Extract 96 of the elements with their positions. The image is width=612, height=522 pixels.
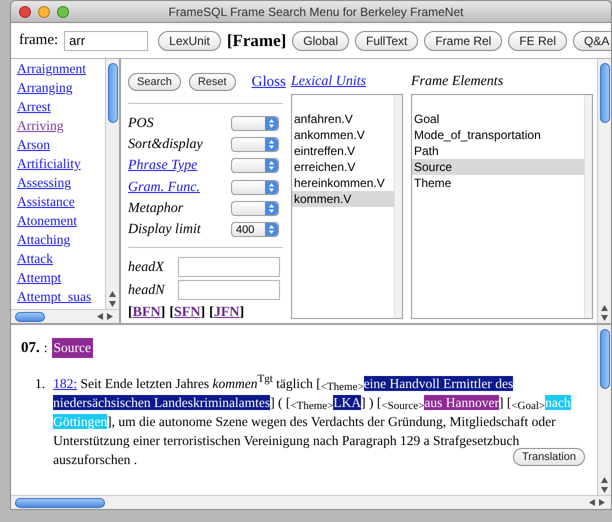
zoom-icon[interactable] bbox=[57, 6, 69, 18]
nav-button[interactable]: FullText bbox=[354, 30, 418, 50]
frame-link[interactable]: Assessing bbox=[17, 175, 72, 190]
list-option[interactable]: Path bbox=[412, 143, 584, 159]
scroll-thumb[interactable] bbox=[108, 63, 118, 123]
result-number: 07. bbox=[21, 339, 40, 358]
frame-label: frame: bbox=[19, 31, 58, 50]
frame-link[interactable]: Attempt_suas bbox=[17, 289, 92, 304]
frame-link[interactable]: Attack bbox=[17, 251, 53, 266]
scroll-thumb[interactable] bbox=[15, 312, 45, 322]
stepper-icon bbox=[265, 180, 278, 194]
stepper-icon bbox=[265, 159, 278, 172]
frame-link[interactable]: Assistance bbox=[17, 194, 75, 209]
site-link[interactable]: [SFN] bbox=[169, 302, 206, 323]
horizontal-scrollbar[interactable] bbox=[11, 495, 611, 509]
frame-input[interactable]: arr bbox=[64, 30, 148, 50]
scroll-left-arrow-icon[interactable] bbox=[589, 499, 595, 506]
frame-link[interactable]: Arranging bbox=[17, 80, 72, 95]
vertical-scrollbar[interactable] bbox=[597, 59, 611, 323]
field-label: headX bbox=[128, 258, 166, 277]
frame-link[interactable]: Arriving bbox=[17, 118, 64, 133]
scroll-down-arrow-icon[interactable] bbox=[109, 301, 116, 307]
frame-link[interactable]: Arson bbox=[17, 137, 50, 152]
list-option[interactable]: anfahren.V bbox=[292, 111, 394, 127]
frame-link[interactable]: Arraignment bbox=[17, 61, 86, 76]
frame-elements-heading: Frame Elements bbox=[411, 73, 504, 91]
scroll-down-arrow-icon[interactable] bbox=[601, 487, 608, 493]
option-select[interactable] bbox=[231, 158, 279, 174]
stepper-icon bbox=[265, 116, 278, 130]
option-link[interactable]: Gram. Func. bbox=[128, 176, 200, 198]
option-select[interactable]: 400 bbox=[231, 222, 279, 238]
gloss-link[interactable]: Gloss bbox=[252, 71, 286, 94]
lexical-units-link[interactable]: Lexical Units bbox=[291, 71, 403, 92]
text-input[interactable] bbox=[178, 257, 280, 278]
nav-button[interactable]: LexUnit bbox=[158, 30, 221, 50]
minimize-icon[interactable] bbox=[38, 6, 50, 18]
option-label: Metaphor bbox=[128, 200, 184, 218]
frame-link[interactable]: Attaching bbox=[17, 232, 70, 247]
form-button[interactable]: Reset bbox=[188, 73, 236, 92]
scroll-right-arrow-icon[interactable] bbox=[599, 499, 605, 506]
option-label: POS bbox=[128, 114, 154, 133]
nav-button[interactable]: FE Rel bbox=[508, 30, 568, 50]
option-link[interactable]: Phrase Type bbox=[128, 155, 198, 176]
vertical-scrollbar[interactable] bbox=[105, 59, 119, 309]
list-option[interactable]: Mode_of_transportation bbox=[412, 127, 584, 143]
list-option[interactable]: hereinkommen.V bbox=[292, 175, 394, 191]
sentence-link[interactable]: 182: bbox=[53, 376, 78, 390]
horizontal-scrollbar[interactable] bbox=[11, 309, 119, 323]
close-icon[interactable] bbox=[19, 6, 31, 18]
translation-button[interactable]: Translation bbox=[512, 448, 585, 466]
list-option[interactable]: Goal bbox=[412, 111, 584, 127]
frame-elements-list[interactable]: Goal Mode_of_transportation Path Source Theme bbox=[411, 94, 593, 319]
lexical-units-list[interactable]: anfahren.V ankommen.V eintreffen.V erreichen.V hereinkommen.V kommen.V bbox=[291, 94, 403, 319]
frame-link[interactable]: Attempt bbox=[17, 270, 62, 285]
vertical-scrollbar[interactable] bbox=[597, 325, 611, 495]
nav-button[interactable]: Q&A bbox=[573, 30, 611, 50]
text-input[interactable] bbox=[178, 280, 280, 300]
list-option[interactable]: eintreffen.V bbox=[292, 143, 394, 159]
scroll-up-arrow-icon[interactable] bbox=[109, 291, 116, 297]
list-option[interactable]: erreichen.V bbox=[292, 159, 394, 175]
list-option[interactable]: kommen.V bbox=[292, 191, 394, 207]
stepper-icon bbox=[265, 202, 278, 215]
list-option[interactable]: ankommen.V bbox=[292, 127, 394, 143]
list-option[interactable]: Theme bbox=[412, 175, 584, 191]
stepper-icon bbox=[265, 138, 278, 151]
separator: : bbox=[44, 339, 48, 358]
frame-link[interactable]: Atonement bbox=[17, 213, 77, 228]
list-number: 1. bbox=[35, 374, 46, 392]
option-label: Sort&display bbox=[128, 136, 203, 154]
select-value: 400 bbox=[236, 224, 254, 236]
option-select[interactable] bbox=[231, 116, 279, 131]
list-option[interactable]: Source bbox=[412, 159, 584, 175]
frame-link[interactable]: Artificiality bbox=[17, 156, 81, 171]
window-title: FrameSQL Frame Search Menu for Berkeley FrameNet bbox=[168, 4, 464, 20]
scroll-thumb[interactable] bbox=[600, 63, 610, 123]
option-label: Display limit bbox=[128, 221, 201, 240]
current-page-label: [Frame] bbox=[226, 30, 286, 52]
site-link[interactable]: [BFN] bbox=[128, 302, 166, 323]
fe-tag: Source bbox=[52, 338, 94, 358]
scroll-thumb[interactable] bbox=[600, 329, 610, 389]
scroll-right-arrow-icon[interactable] bbox=[107, 313, 113, 320]
scroll-up-arrow-icon[interactable] bbox=[601, 477, 608, 483]
option-select[interactable] bbox=[231, 180, 279, 195]
site-link[interactable]: [JFN] bbox=[209, 302, 244, 323]
option-select[interactable] bbox=[231, 200, 279, 216]
nav-button[interactable]: Frame Rel bbox=[424, 30, 502, 50]
field-label: headN bbox=[128, 282, 166, 300]
scroll-left-arrow-icon[interactable] bbox=[97, 313, 103, 320]
stepper-icon bbox=[265, 223, 278, 236]
scroll-up-arrow-icon[interactable] bbox=[601, 305, 608, 311]
frame-link[interactable]: Arrest bbox=[17, 99, 51, 114]
option-select[interactable] bbox=[231, 136, 279, 152]
scroll-down-arrow-icon[interactable] bbox=[601, 315, 608, 321]
form-button[interactable]: Search bbox=[128, 73, 181, 92]
scroll-thumb[interactable] bbox=[15, 498, 105, 508]
nav-button[interactable]: Global bbox=[292, 30, 349, 50]
